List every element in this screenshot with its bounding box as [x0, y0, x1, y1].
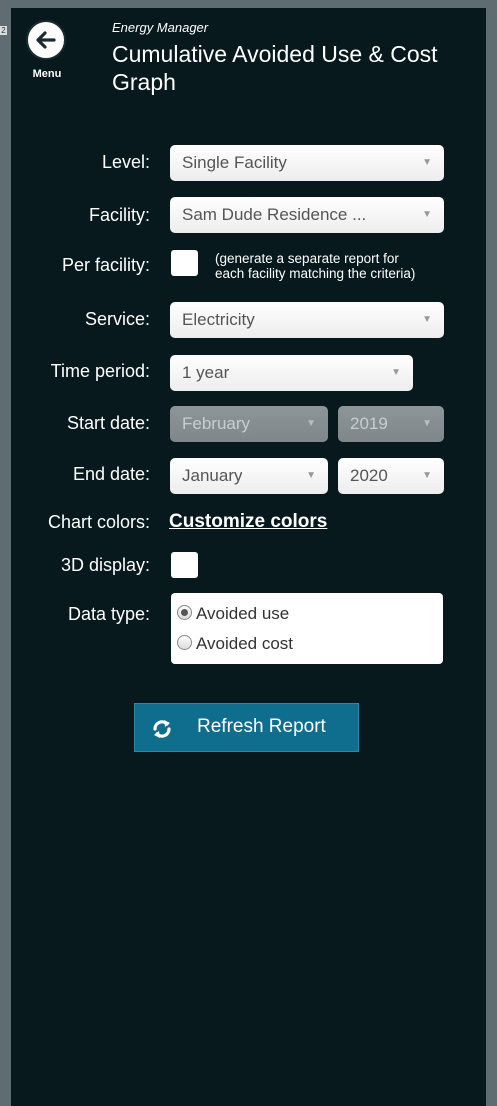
per-facility-label: Per facility: — [61, 255, 150, 275]
hint-line-2: each facility matching the criteria) — [215, 266, 416, 281]
end-month-value: January — [182, 466, 243, 485]
dropdown-arrow-icon: ▼ — [306, 470, 316, 481]
per-facility-hint: (generate a separate report for each fac… — [215, 251, 415, 281]
dropdown-arrow-icon: ▼ — [422, 314, 432, 325]
dropdown-arrow-icon: ▼ — [422, 418, 432, 429]
facility-value: Sam Dude Residence ... — [182, 205, 367, 224]
end-month-select[interactable]: January ▼ — [170, 458, 328, 494]
arrow-left-icon — [36, 31, 56, 49]
start-month-value: February — [182, 414, 251, 433]
facility-label: Facility: — [88, 205, 150, 225]
radio-avoided-cost[interactable]: Avoided cost — [177, 634, 293, 654]
start-month-select: February ▼ — [170, 406, 328, 442]
facility-select[interactable]: Sam Dude Residence ... ▼ — [170, 197, 444, 233]
end-date-label: End date: — [72, 464, 150, 484]
time-period-select[interactable]: 1 year ▼ — [170, 355, 413, 391]
data-type-radio-group: Avoided use Avoided cost — [171, 593, 443, 664]
radio-avoided-cost-label: Avoided cost — [196, 634, 294, 653]
radio-selected-icon — [177, 605, 192, 620]
level-value: Single Facility — [182, 153, 287, 172]
start-year-value: 2019 — [350, 414, 388, 433]
time-period-value: 1 year — [182, 363, 230, 382]
hint-line-1: (generate a separate report for — [215, 251, 399, 266]
radio-unselected-icon — [177, 635, 192, 650]
dropdown-arrow-icon: ▼ — [422, 157, 432, 168]
menu-label: Menu — [32, 68, 62, 80]
per-facility-checkbox[interactable] — [171, 250, 198, 276]
level-select[interactable]: Single Facility ▼ — [170, 145, 444, 181]
dropdown-arrow-icon: ▼ — [391, 367, 401, 378]
3d-display-checkbox[interactable] — [171, 552, 198, 578]
end-year-select[interactable]: 2020 ▼ — [338, 458, 444, 494]
radio-avoided-use[interactable]: Avoided use — [177, 604, 289, 624]
radio-avoided-use-label: Avoided use — [196, 604, 290, 623]
service-value: Electricity — [182, 310, 255, 329]
end-year-value: 2020 — [350, 466, 388, 485]
refresh-report-label: Refresh Report — [197, 716, 326, 737]
corner-marker: 2 — [0, 26, 7, 35]
app-name: Energy Manager — [112, 20, 209, 35]
customize-colors-link[interactable]: Customize colors — [169, 511, 327, 533]
time-period-label: Time period: — [50, 361, 150, 381]
chart-colors-label: Chart colors: — [47, 512, 150, 532]
dropdown-arrow-icon: ▼ — [422, 470, 432, 481]
refresh-icon — [153, 720, 171, 738]
refresh-report-button[interactable]: Refresh Report — [134, 703, 359, 752]
dropdown-arrow-icon: ▼ — [422, 209, 432, 220]
service-label: Service: — [84, 309, 150, 329]
start-year-select: 2019 ▼ — [338, 406, 444, 442]
3d-display-label: 3D display: — [60, 555, 150, 575]
service-select[interactable]: Electricity ▼ — [170, 302, 444, 338]
start-date-label: Start date: — [66, 413, 150, 433]
dropdown-arrow-icon: ▼ — [306, 418, 316, 429]
level-label: Level: — [101, 152, 150, 172]
data-type-label: Data type: — [67, 604, 150, 624]
page-title: Cumulative Avoided Use & Cost Graph — [112, 41, 438, 95]
back-menu-button[interactable] — [26, 20, 66, 60]
